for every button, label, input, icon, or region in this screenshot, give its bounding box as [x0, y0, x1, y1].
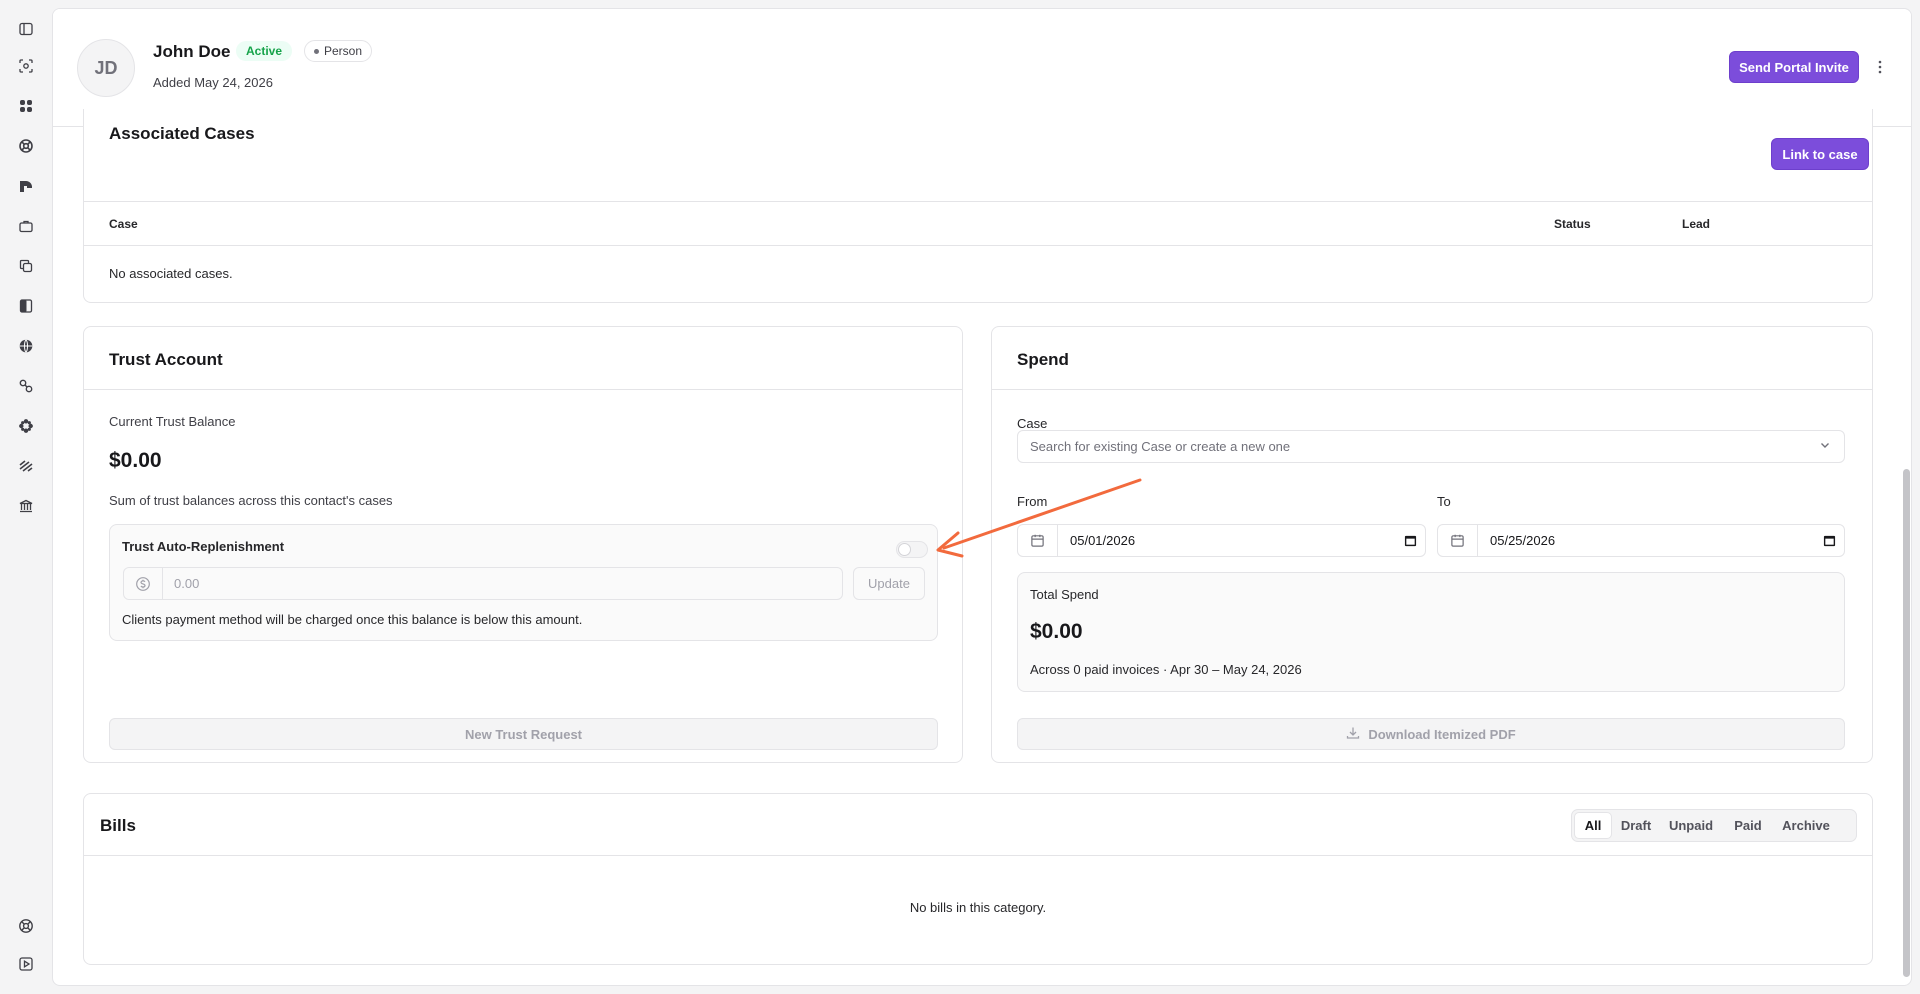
type-badge-label: Person: [324, 44, 363, 58]
help-icon[interactable]: [13, 913, 39, 939]
cases-title: Associated Cases: [109, 124, 255, 143]
divider: [84, 245, 1872, 246]
from-date-input[interactable]: 05/01/2026: [1017, 524, 1426, 557]
from-date-value: 05/01/2026: [1070, 533, 1136, 548]
tab-all[interactable]: All: [1574, 812, 1612, 839]
update-button[interactable]: Update: [853, 567, 925, 600]
trust-balance-label: Current Trust Balance: [109, 414, 236, 429]
total-spend-value: $0.00: [1030, 620, 1083, 643]
download-icon: [1346, 726, 1360, 743]
link-to-case-button[interactable]: Link to case: [1771, 138, 1869, 170]
send-portal-invite-button[interactable]: Send Portal Invite: [1729, 51, 1859, 83]
bills-empty-message: No bills in this category.: [909, 900, 1047, 915]
calendar-icon: [1018, 525, 1058, 556]
divider: [84, 855, 1872, 856]
calendar-picker-icon[interactable]: [1395, 534, 1425, 547]
copy-icon[interactable]: [13, 253, 39, 279]
total-spend-note: Across 0 paid invoices · Apr 30 – May 24…: [1030, 662, 1302, 677]
trust-balance-value: $0.00: [109, 449, 162, 472]
trust-balance-note: Sum of trust balances across this contac…: [109, 493, 393, 508]
bills-tabs: All Draft Unpaid Paid Archive: [1571, 809, 1857, 842]
download-itemized-pdf-button[interactable]: Download Itemized PDF: [1017, 718, 1845, 750]
trust-account-card: Trust Account Current Trust Balance $0.0…: [83, 326, 963, 763]
total-spend-label: Total Spend: [1030, 587, 1099, 602]
briefcase-icon[interactable]: [13, 213, 39, 239]
bills-card: Bills All Draft Unpaid Paid Archive No b…: [83, 793, 1873, 965]
dot-icon: [314, 48, 319, 54]
replenish-note: Clients payment method will be charged o…: [122, 612, 583, 627]
spend-title: Spend: [1017, 350, 1069, 369]
play-icon[interactable]: [13, 951, 39, 977]
download-label: Download Itemized PDF: [1368, 726, 1516, 742]
avatar: JD: [77, 39, 135, 97]
total-spend-box: Total Spend $0.00 Across 0 paid invoices…: [1017, 572, 1845, 692]
case-label: Case: [1017, 416, 1048, 431]
from-label: From: [1017, 494, 1048, 509]
chart-icon[interactable]: [13, 173, 39, 199]
type-badge: Person: [304, 40, 373, 62]
replenish-amount-input[interactable]: 0.00: [123, 567, 843, 600]
lifebuoy-icon[interactable]: [13, 133, 39, 159]
link-icon[interactable]: [13, 373, 39, 399]
to-label: To: [1437, 494, 1451, 509]
status-badge: Active: [236, 41, 293, 61]
divider: [84, 389, 962, 390]
column-lead: Lead: [1682, 217, 1711, 231]
to-date-value: 05/25/2026: [1490, 533, 1556, 548]
dollar-icon: [124, 568, 163, 599]
calendar-picker-icon[interactable]: [1814, 534, 1844, 547]
signature-icon[interactable]: [13, 453, 39, 479]
tab-unpaid[interactable]: Unpaid: [1660, 812, 1722, 839]
to-date-input[interactable]: 05/25/2026: [1437, 524, 1845, 557]
apps-icon[interactable]: [13, 413, 39, 439]
more-options-icon[interactable]: [1873, 57, 1887, 77]
divider: [84, 201, 1872, 202]
tab-paid[interactable]: Paid: [1722, 812, 1774, 839]
replenish-amount-placeholder: 0.00: [174, 576, 200, 591]
case-select[interactable]: Search for existing Case or create a new…: [1017, 430, 1845, 463]
column-status: Status: [1554, 217, 1591, 231]
bills-title: Bills: [100, 816, 136, 835]
contact-name: John Doe: [153, 42, 231, 61]
auto-replenishment-panel: Trust Auto-Replenishment 0.00 Update Cli…: [109, 524, 938, 641]
globe-icon[interactable]: [13, 333, 39, 359]
cases-empty-message: No associated cases.: [109, 266, 233, 281]
added-date: Added May 24, 2026: [153, 75, 273, 90]
tab-draft[interactable]: Draft: [1612, 812, 1660, 839]
sidebar-toggle-icon[interactable]: [13, 16, 39, 42]
chevron-down-icon: [1818, 438, 1832, 455]
associated-cases-card: Associated Cases Case Status Lead No ass…: [83, 109, 1873, 303]
column-case: Case: [109, 217, 138, 231]
book-icon[interactable]: [13, 293, 39, 319]
replenish-title: Trust Auto-Replenishment: [122, 539, 285, 554]
spend-card: Spend Case Search for existing Case or c…: [991, 326, 1873, 763]
new-trust-request-button[interactable]: New Trust Request: [109, 718, 938, 750]
dashboard-icon[interactable]: [13, 93, 39, 119]
bank-icon[interactable]: [13, 493, 39, 519]
tab-archive[interactable]: Archive: [1774, 812, 1838, 839]
trust-title: Trust Account: [109, 350, 223, 369]
replenish-toggle[interactable]: [896, 541, 928, 558]
scan-icon[interactable]: [13, 53, 39, 79]
app-sidebar: [0, 0, 52, 994]
calendar-icon: [1438, 525, 1478, 556]
case-select-placeholder: Search for existing Case or create a new…: [1030, 439, 1291, 454]
scrollbar-thumb[interactable]: [1903, 469, 1910, 977]
main-panel: JD John Doe Active Person Added May 24, …: [52, 8, 1912, 986]
divider: [992, 389, 1872, 390]
